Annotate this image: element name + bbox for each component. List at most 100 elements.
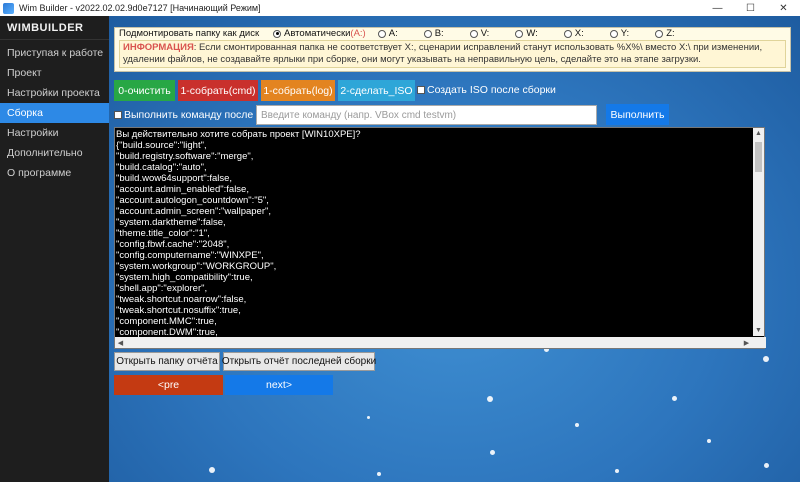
mount-radio-y[interactable]: Y: bbox=[609, 28, 630, 39]
mount-panel: Подмонтировать папку как диск Автоматиче… bbox=[114, 27, 791, 72]
build-log-button[interactable]: 1-собрать(log) bbox=[261, 80, 335, 101]
scroll-up-icon[interactable]: ▲ bbox=[753, 128, 764, 139]
sidebar-item-settings[interactable]: Настройки bbox=[0, 123, 109, 143]
maximize-button[interactable]: ☐ bbox=[734, 0, 767, 16]
scroll-right-icon[interactable]: ▶ bbox=[741, 337, 752, 348]
drive-label: X: bbox=[574, 28, 584, 39]
console-line: "account.autologon_countdown":"5", bbox=[116, 195, 269, 206]
mount-radio-auto[interactable]: Автоматически (A:) bbox=[273, 28, 366, 39]
drive-label: Z: bbox=[666, 28, 675, 39]
mount-row: Подмонтировать папку как диск Автоматиче… bbox=[115, 28, 790, 39]
drive-label: Y: bbox=[620, 28, 630, 39]
radio-icon bbox=[609, 29, 618, 38]
snowflake-decoration bbox=[575, 423, 579, 427]
drive-label: B: bbox=[434, 28, 444, 39]
console-line: "tweak.shortcut.noarrow":false, bbox=[116, 294, 247, 305]
console-line: {"build.source":"light", bbox=[116, 140, 207, 151]
checkbox-icon bbox=[417, 86, 425, 94]
sidebar-item-getting-started[interactable]: Приступая к работе bbox=[0, 43, 109, 63]
sidebar-item-build[interactable]: Сборка bbox=[0, 103, 109, 123]
drive-label: W: bbox=[526, 28, 538, 39]
console-line: "system.workgroup":"WORKGROUP", bbox=[116, 261, 277, 272]
console-line: "component.DWM":true, bbox=[116, 327, 218, 337]
radio-icon bbox=[515, 29, 524, 38]
build-page: Подмонтировать папку как диск Автоматиче… bbox=[109, 16, 800, 482]
post-build-command-input[interactable] bbox=[256, 105, 597, 125]
console-horizontal-scrollbar[interactable]: ◀ ▶ bbox=[115, 337, 766, 348]
prev-button[interactable]: <pre bbox=[114, 375, 223, 395]
mount-auto-drive: (A:) bbox=[350, 28, 366, 39]
console-line: "config.fbwf.cache":"2048", bbox=[116, 239, 230, 250]
snowflake-decoration bbox=[487, 396, 493, 402]
minimize-button[interactable]: — bbox=[701, 0, 734, 16]
sidebar: WIMBUILDER Приступая к работе Проект Нас… bbox=[0, 16, 109, 482]
snowflake-decoration bbox=[377, 472, 381, 476]
scroll-left-icon[interactable]: ◀ bbox=[115, 337, 126, 348]
mount-auto-label: Автоматически bbox=[284, 28, 351, 39]
console-line: "shell.app":"explorer", bbox=[116, 283, 208, 294]
console-line: "build.catalog":"auto", bbox=[116, 162, 207, 173]
snowflake-decoration bbox=[707, 439, 711, 443]
build-cmd-button[interactable]: 1-собрать(cmd) bbox=[178, 80, 258, 101]
console-line: "build.wow64support":false, bbox=[116, 173, 233, 184]
mount-radio-z[interactable]: Z: bbox=[655, 28, 675, 39]
mount-radio-x[interactable]: X: bbox=[563, 28, 584, 39]
radio-icon bbox=[563, 29, 572, 38]
mount-label: Подмонтировать папку как диск bbox=[119, 28, 260, 39]
snowflake-decoration bbox=[209, 467, 215, 473]
console-line: Вы действительно хотите собрать проект [… bbox=[116, 129, 361, 140]
make-iso-button[interactable]: 2-сделать_ISO bbox=[338, 80, 415, 101]
snowflake-decoration bbox=[615, 469, 619, 473]
checkbox-icon bbox=[114, 111, 122, 119]
scrollbar-thumb[interactable] bbox=[755, 142, 762, 172]
close-button[interactable]: ✕ bbox=[767, 0, 800, 16]
radio-icon bbox=[423, 29, 432, 38]
create-iso-label: Создать ISO после сборки bbox=[427, 84, 556, 96]
app-icon bbox=[3, 2, 14, 14]
info-text: : Если смонтированная папка не соответст… bbox=[123, 42, 763, 65]
radio-icon bbox=[377, 29, 386, 38]
radio-icon bbox=[469, 29, 478, 38]
snowflake-decoration bbox=[367, 416, 370, 419]
console-line: "account.admin_screen":"wallpaper", bbox=[116, 206, 272, 217]
clean-button[interactable]: 0-очистить bbox=[114, 80, 175, 101]
scroll-down-icon[interactable]: ▼ bbox=[753, 325, 764, 336]
mount-radio-w[interactable]: W: bbox=[515, 28, 538, 39]
snowflake-decoration bbox=[672, 396, 677, 401]
mount-radio-a[interactable]: A: bbox=[377, 28, 398, 39]
snowflake-decoration bbox=[763, 356, 769, 362]
console-vertical-scrollbar[interactable]: ▲ ▼ bbox=[753, 128, 764, 336]
sidebar-item-advanced[interactable]: Дополнительно bbox=[0, 143, 109, 163]
create-iso-checkbox[interactable]: Создать ISO после сборки bbox=[417, 84, 556, 96]
radio-selected-icon bbox=[273, 29, 281, 38]
console-line: "account.admin_enabled":false, bbox=[116, 184, 249, 195]
drive-label: V: bbox=[480, 28, 490, 39]
sidebar-item-project-settings[interactable]: Настройки проекта bbox=[0, 83, 109, 103]
radio-icon bbox=[655, 29, 664, 38]
title-bar: Wim Builder - v2022.02.02.9d0e7127 [Начи… bbox=[0, 0, 800, 16]
console-line: "config.computername":"WINXPE", bbox=[116, 250, 264, 261]
window-title: Wim Builder - v2022.02.02.9d0e7127 [Начи… bbox=[19, 3, 261, 13]
mount-info-box: ИНФОРМАЦИЯ: Если смонтированная папка не… bbox=[119, 40, 786, 68]
snowflake-decoration bbox=[490, 450, 495, 455]
console-line: "build.registry.software":"merge", bbox=[116, 151, 254, 162]
console-output: Вы действительно хотите собрать проект [… bbox=[116, 129, 755, 337]
mount-radio-b[interactable]: B: bbox=[423, 28, 444, 39]
open-last-report-button[interactable]: Открыть отчёт последней сборки bbox=[222, 352, 376, 371]
console-line: "theme.title_color":"1", bbox=[116, 228, 210, 239]
snowflake-decoration bbox=[764, 463, 769, 468]
next-button[interactable]: next> bbox=[225, 375, 333, 395]
app-brand: WIMBUILDER bbox=[0, 16, 109, 40]
mount-radio-v[interactable]: V: bbox=[469, 28, 490, 39]
open-report-folder-button[interactable]: Открыть папку отчёта bbox=[114, 352, 220, 371]
sidebar-item-about[interactable]: О программе bbox=[0, 163, 109, 183]
console-line: "system.darktheme":false, bbox=[116, 217, 226, 228]
build-console[interactable]: Вы действительно хотите собрать проект [… bbox=[114, 127, 766, 349]
console-line: "tweak.shortcut.nosuffix":true, bbox=[116, 305, 241, 316]
console-line: "component.MMC":true, bbox=[116, 316, 217, 327]
drive-label: A: bbox=[388, 28, 398, 39]
sidebar-item-project[interactable]: Проект bbox=[0, 63, 109, 83]
console-line: "system.high_compatibility":true, bbox=[116, 272, 253, 283]
run-command-button[interactable]: Выполнить bbox=[606, 104, 669, 125]
info-label: ИНФОРМАЦИЯ bbox=[123, 42, 194, 53]
